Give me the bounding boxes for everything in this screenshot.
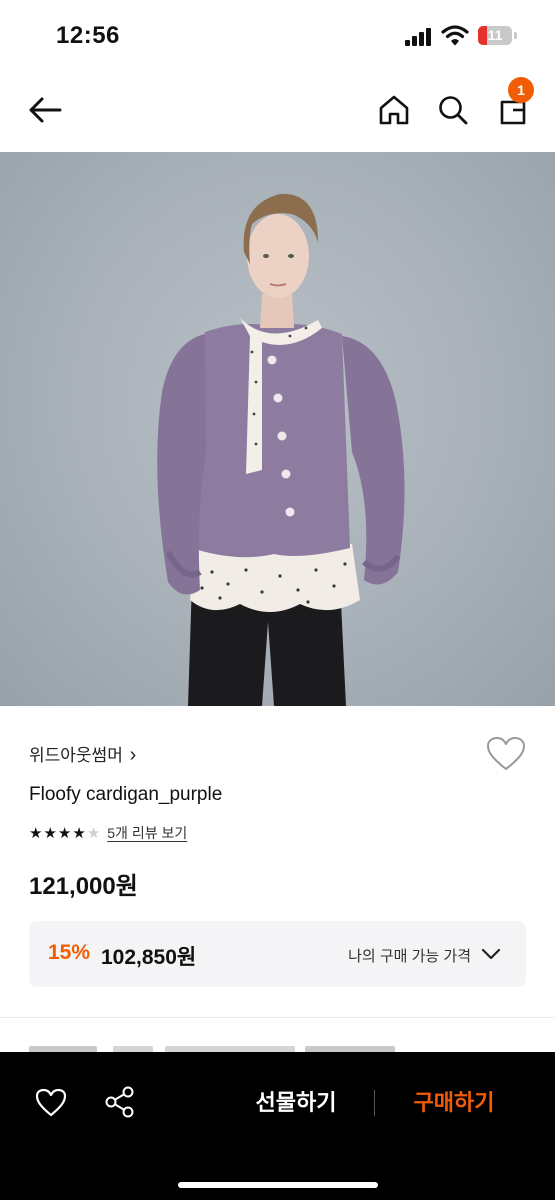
chevron-down-icon	[481, 948, 501, 960]
product-name: Floofy cardigan_purple	[29, 784, 223, 805]
home-button[interactable]	[374, 90, 414, 130]
heart-outline-icon	[487, 737, 525, 770]
status-time: 12:56	[56, 22, 120, 49]
discount-price: 102,850원	[101, 946, 197, 969]
buy-button[interactable]: 구매하기	[398, 1086, 510, 1120]
product-image[interactable]	[0, 152, 555, 706]
product-price: 121,000원	[29, 873, 138, 900]
battery-level: 11	[487, 27, 503, 43]
bottom-action-bar: 선물하기 구매하기	[0, 1052, 555, 1200]
button-separator	[374, 1090, 375, 1116]
section-divider	[0, 1017, 555, 1018]
chevron-right-icon: ›	[129, 744, 137, 766]
search-button[interactable]	[433, 90, 473, 130]
nav-bar	[0, 72, 555, 152]
review-link[interactable]: 5개 리뷰 보기	[107, 823, 187, 843]
bottom-wishlist-button[interactable]	[34, 1086, 68, 1120]
share-button[interactable]	[102, 1084, 138, 1120]
my-price-label: 나의 구매 가능 가격	[348, 948, 471, 965]
brand-link[interactable]: 위드아웃썸머 ›	[29, 741, 136, 767]
rating-row: ★ ★ ★ ★ ★ 5개 리뷰 보기	[29, 822, 187, 844]
battery-icon: 11	[478, 26, 512, 45]
cellular-signal-icon	[405, 28, 435, 46]
wishlist-button[interactable]	[486, 736, 526, 772]
star-filled-icon: ★	[43, 824, 57, 842]
star-filled-icon: ★	[57, 824, 72, 842]
brand-name: 위드아웃썸머	[29, 746, 123, 765]
gift-button[interactable]: 선물하기	[240, 1086, 352, 1120]
back-button[interactable]	[25, 90, 65, 130]
home-icon	[379, 95, 409, 125]
wifi-icon	[441, 25, 469, 46]
my-price-box[interactable]: 15% 102,850원 나의 구매 가능 가격	[29, 921, 526, 987]
search-icon	[439, 96, 468, 125]
share-icon	[105, 1086, 134, 1118]
arrow-left-icon	[29, 97, 62, 123]
star-rating: ★ ★ ★ ★ ★	[29, 826, 100, 841]
heart-outline-icon	[35, 1088, 67, 1117]
star-filled-icon: ★	[29, 824, 43, 842]
cart-count-badge: 1	[508, 77, 534, 103]
discount-rate: 15%	[48, 941, 91, 964]
status-bar: 12:56 11	[0, 0, 555, 72]
product-photo	[157, 193, 405, 706]
battery-tip	[514, 32, 517, 39]
star-empty-icon: ★	[86, 824, 101, 842]
star-filled-icon: ★	[72, 824, 86, 842]
home-indicator	[178, 1182, 378, 1188]
